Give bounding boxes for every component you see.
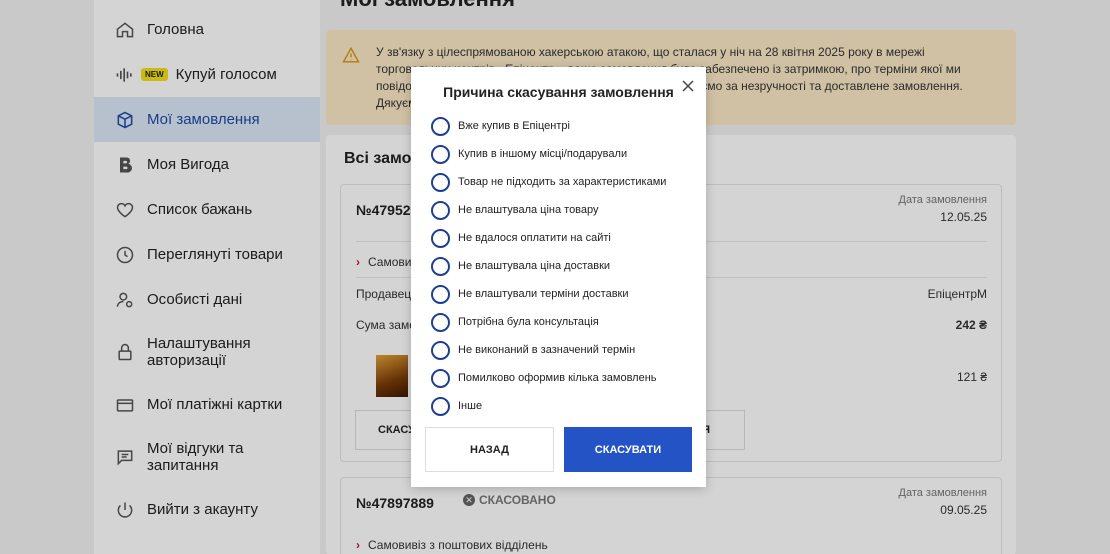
reason-option[interactable]: Не влаштувала ціна доставки [431,252,666,280]
reason-option[interactable]: Потрібна була консультація [431,308,666,336]
radio-button[interactable] [431,172,450,192]
reason-label: Помилково оформив кілька замовлень [458,372,657,384]
radio-button[interactable] [431,144,450,164]
reason-option[interactable]: Не вдалося оплатити на сайті [431,224,666,252]
reason-option[interactable]: Не влаштували терміни доставки [431,280,666,308]
reason-option[interactable]: Не влаштувала ціна товару [431,196,666,224]
reason-option[interactable]: Вже купив в Епіцентрі [431,112,666,140]
reason-label: Інше [458,400,483,412]
radio-button[interactable] [431,340,450,360]
reason-option[interactable]: Не виконаний в зазначений термін [431,336,666,364]
reason-option[interactable]: Інше [431,392,666,420]
radio-button[interactable] [431,284,450,304]
confirm-cancel-button[interactable]: СКАСУВАТИ [564,427,692,472]
reason-label: Не вдалося оплатити на сайті [458,232,611,244]
reason-label: Не виконаний в зазначений термін [458,344,636,356]
reason-label: Купив в іншому місці/подарували [458,148,628,160]
radio-button[interactable] [431,256,450,276]
radio-button[interactable] [431,116,450,136]
reason-option[interactable]: Товар не підходить за характеристиками [431,168,666,196]
radio-button[interactable] [431,200,450,220]
reason-option[interactable]: Купив в іншому місці/подарували [431,140,666,168]
reason-label: Не влаштувала ціна товару [458,204,599,216]
reason-label: Товар не підходить за характеристиками [458,176,667,188]
radio-button[interactable] [431,228,450,248]
cancel-reason-modal: Причина скасування замовлення Вже купив … [411,67,706,487]
reason-label: Вже купив в Епіцентрі [458,120,570,132]
reason-list: Вже купив в Епіцентрі Купив в іншому міс… [431,112,666,420]
modal-title: Причина скасування замовлення [443,84,674,100]
close-icon[interactable] [680,78,696,94]
reason-option[interactable]: Помилково оформив кілька замовлень [431,364,666,392]
radio-button[interactable] [431,396,450,416]
reason-label: Не влаштувала ціна доставки [458,260,611,272]
back-button[interactable]: НАЗАД [425,427,554,472]
reason-label: Не влаштували терміни доставки [458,288,629,300]
reason-label: Потрібна була консультація [458,316,599,328]
radio-button[interactable] [431,368,450,388]
radio-button[interactable] [431,312,450,332]
